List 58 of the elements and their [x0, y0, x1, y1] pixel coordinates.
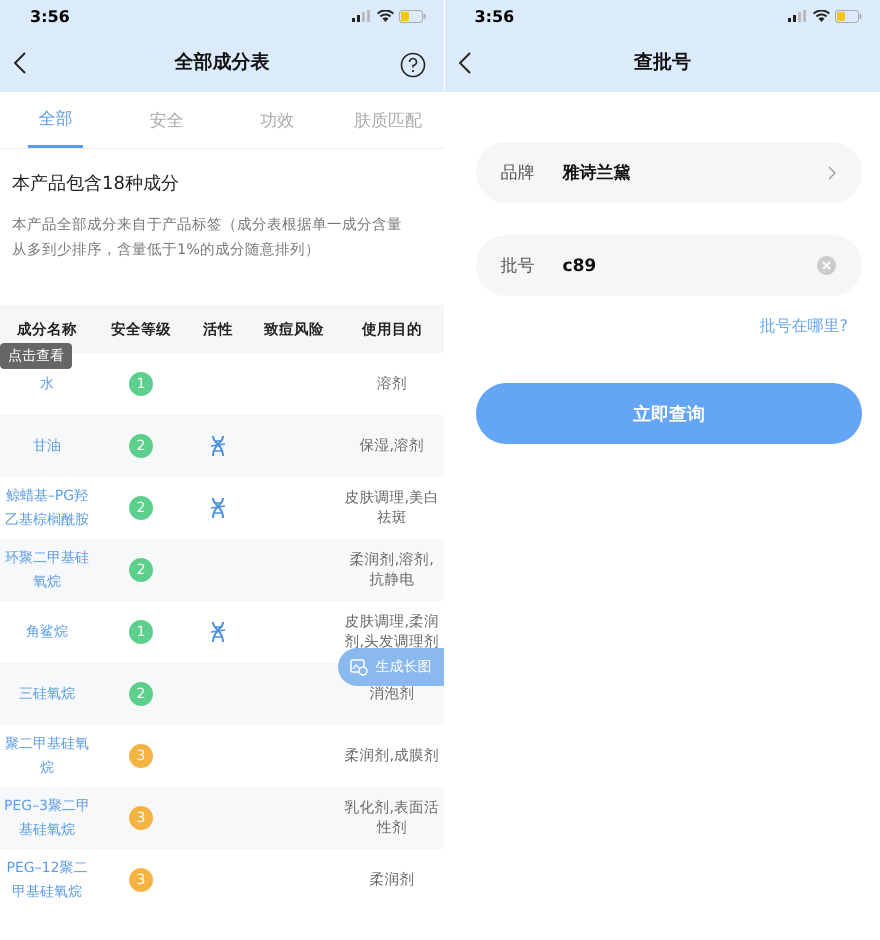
column-header: 活性 [202, 320, 234, 338]
chevron-icon [828, 166, 836, 180]
purpose-text: 柔润剂,成膜剂 [343, 746, 440, 766]
tooltip: 点击查看 [0, 343, 72, 369]
tab[interactable]: 安全 [110, 92, 222, 148]
ingredient-link[interactable]: PEG–3聚二甲基硅氧烷 [0, 794, 94, 842]
safety-badge: 2 [129, 496, 153, 520]
safety-badge: 1 [129, 372, 153, 396]
tab[interactable]: 全部 [28, 92, 83, 148]
safety-badge: 2 [129, 558, 153, 582]
ingredient-link[interactable]: 水 [0, 372, 94, 396]
safety-badge: 3 [129, 868, 153, 892]
purpose-text: 皮肤调理,美白祛斑 [343, 488, 440, 528]
purpose-text: 溶剂 [376, 374, 408, 394]
safety-badge: 3 [129, 806, 153, 830]
purpose-text: 柔润剂,溶剂,抗静电 [348, 550, 435, 590]
brand-select[interactable]: 品牌 雅诗兰黛 [476, 142, 862, 203]
status-time: 3:56 [30, 6, 70, 26]
help-link[interactable]: 批号在哪里? [760, 316, 862, 337]
column-header: 安全等级 [110, 320, 172, 338]
wifi-icon [376, 10, 394, 22]
description-text: 本产品全部成分来自于产品标签（成分表根据单一成分含量从多到少排序，含量低于1%的成分随意排列） [12, 216, 403, 260]
purpose-text: 保湿,溶剂 [358, 436, 426, 456]
image-icon [350, 658, 368, 676]
batch-input-field[interactable]: 批号 c89 [476, 235, 862, 296]
page-title: 查批号 [634, 50, 691, 75]
signal-icon [788, 10, 808, 22]
generate-image-button[interactable]: 生成长图 [338, 648, 444, 686]
summary-text: 本产品包含18种成分 [11, 172, 180, 195]
safety-badge: 1 [129, 620, 153, 644]
safety-badge: 2 [129, 434, 153, 458]
battery-icon [398, 10, 426, 22]
query-button[interactable]: 立即查询 [476, 383, 862, 444]
safety-badge: 3 [129, 744, 153, 768]
purpose-text: 乳化剂,表面活性剂 [343, 798, 440, 838]
page-title: 全部成分表 [174, 50, 270, 75]
tab[interactable]: 功效 [222, 92, 333, 148]
ingredient-link[interactable]: 聚二甲基硅氧烷 [0, 732, 94, 780]
purpose-text: 柔润剂 [368, 870, 416, 890]
wifi-icon [813, 10, 830, 22]
signal-icon [352, 10, 372, 22]
column-header: 致痘风险 [263, 320, 325, 338]
ingredient-link[interactable]: 三硅氧烷 [0, 682, 94, 706]
safety-badge: 2 [129, 682, 153, 706]
back-icon[interactable] [458, 52, 470, 74]
help-icon[interactable] [400, 52, 426, 78]
ingredient-link[interactable]: 角鲨烷 [0, 620, 94, 644]
tab[interactable]: 肤质匹配 [332, 92, 444, 148]
column-header: 成分名称 [16, 320, 78, 338]
battery-icon [835, 10, 862, 22]
column-header: 使用目的 [360, 320, 423, 338]
purpose-text: 消泡剂 [368, 685, 416, 704]
ingredient-link[interactable]: PEG–12聚二甲基硅氧烷 [0, 856, 94, 904]
back-icon[interactable] [14, 52, 26, 74]
ingredient-link[interactable]: 甘油 [0, 434, 94, 458]
status-time: 3:56 [474, 6, 514, 26]
ingredient-link[interactable]: 鲸蜡基–PG羟乙基棕榈酰胺 [0, 484, 94, 532]
ingredient-link[interactable]: 环聚二甲基硅氧烷 [0, 546, 94, 594]
